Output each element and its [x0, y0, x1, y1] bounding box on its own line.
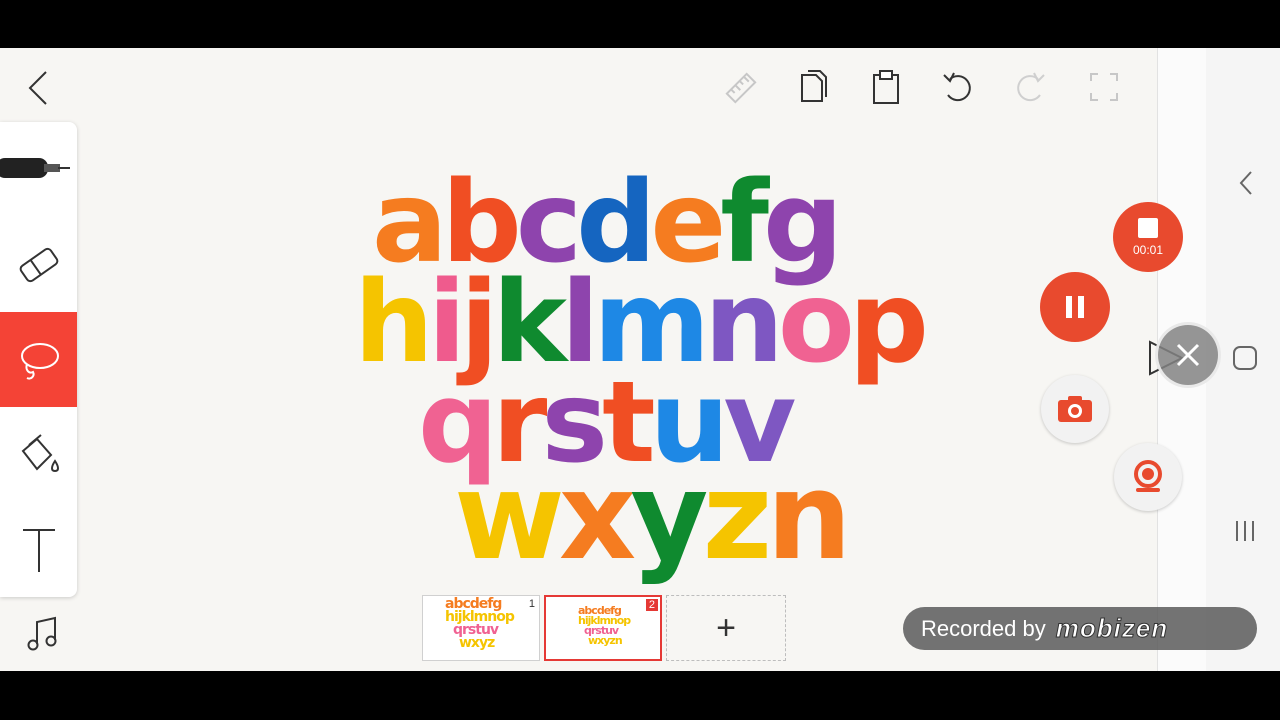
recording-timer: 00:01: [1132, 243, 1164, 257]
add-page-label: +: [716, 608, 736, 647]
back-icon[interactable]: [20, 68, 56, 108]
fill-tool[interactable]: [0, 407, 77, 502]
webcam-icon: [1134, 460, 1162, 492]
page-number-2: 2: [645, 599, 658, 611]
letter-w: w: [454, 448, 565, 587]
page-number-1: 1: [528, 598, 535, 610]
watermark-text: Recorded by: [921, 615, 1046, 641]
page-thumbnail-1[interactable]: abcdefg hijklmnop qrstuv wxyz 1: [422, 595, 540, 661]
home-lines-icon[interactable]: [1230, 516, 1260, 546]
letter-n: n: [766, 448, 851, 587]
pen-tool[interactable]: [0, 122, 77, 217]
ruler-icon[interactable]: [720, 68, 762, 108]
letter-x: x: [558, 448, 636, 587]
alphabet-artwork: abcdefg hijklmnop qrstuv wxyzn: [350, 158, 929, 587]
tool-panel: [0, 122, 77, 597]
lasso-tool[interactable]: [0, 312, 77, 407]
camera-icon: [1058, 396, 1092, 422]
letters-row-4: wxyzn: [454, 448, 852, 587]
paste-icon[interactable]: [865, 66, 907, 108]
add-page-button[interactable]: +: [666, 595, 786, 661]
copy-icon[interactable]: [793, 66, 835, 108]
stop-recording-button[interactable]: 00:01: [1113, 202, 1183, 272]
recents-icon[interactable]: [1230, 343, 1260, 373]
top-letterbox: [0, 0, 1280, 48]
pause-recording-button[interactable]: [1040, 272, 1110, 342]
mobizen-logo: mobizen: [1055, 613, 1169, 644]
music-icon[interactable]: [22, 614, 62, 654]
screenshot-button[interactable]: [1041, 375, 1109, 443]
letter-z: z: [702, 448, 773, 587]
redo-icon[interactable]: [1009, 66, 1051, 108]
close-recorder-button[interactable]: [1155, 322, 1221, 388]
facecam-button[interactable]: [1114, 443, 1182, 511]
close-icon: [1176, 343, 1200, 367]
letter-p: p: [848, 258, 929, 388]
collapse-panel-icon[interactable]: [1232, 168, 1260, 198]
thumb-2-line-4: wxyzn: [588, 634, 623, 647]
letter-y: y: [630, 448, 708, 587]
fullscreen-icon[interactable]: [1083, 66, 1125, 108]
stop-icon: [1138, 218, 1158, 238]
page-thumbnail-2[interactable]: abcdefg hijklmnop qrstuv wxyzn 2: [544, 595, 662, 661]
app-screen: abcdefg hijklmnop qrstuv wxyzn abcdefg h…: [0, 48, 1280, 671]
recorded-by-watermark: Recorded by mobizen: [903, 607, 1257, 650]
pause-icon: [1066, 296, 1084, 318]
undo-icon[interactable]: [937, 66, 979, 108]
thumb-1-line-4: wxyz: [459, 635, 495, 651]
letter-h: h: [354, 258, 434, 388]
bottom-letterbox: [0, 671, 1280, 720]
eraser-tool[interactable]: [0, 217, 77, 312]
text-tool[interactable]: [0, 502, 77, 597]
